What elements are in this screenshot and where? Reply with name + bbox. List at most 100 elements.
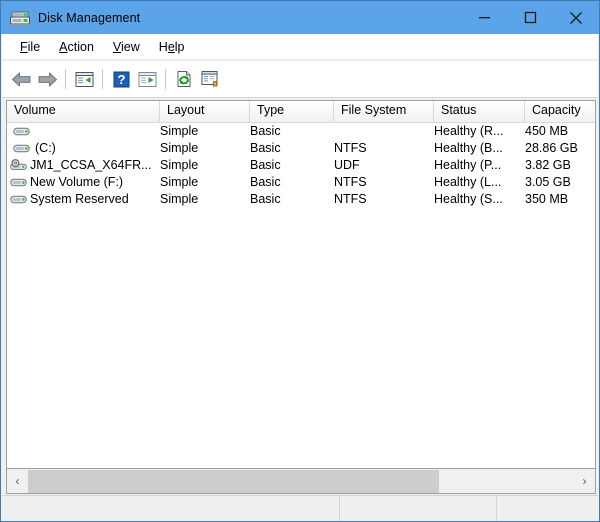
minimize-button[interactable] bbox=[461, 1, 507, 34]
volume-label: System Reserved bbox=[30, 192, 129, 206]
forward-button[interactable] bbox=[34, 66, 60, 92]
back-icon bbox=[11, 72, 30, 86]
show-pane-right-icon bbox=[138, 71, 156, 87]
show-pane-left-button[interactable] bbox=[71, 66, 97, 92]
cell-capacity: 350 MB bbox=[525, 192, 569, 206]
cell-volume: New Volume (F:) bbox=[7, 174, 160, 191]
menu-item-action-rest: ction bbox=[67, 39, 94, 54]
refresh-icon bbox=[177, 71, 191, 87]
cell-type: Basic bbox=[250, 175, 281, 189]
column-header-file-system[interactable]: File System bbox=[334, 101, 434, 122]
cell-status: Healthy (P... bbox=[434, 158, 502, 172]
cell-status: Healthy (R... bbox=[434, 124, 504, 138]
show-pane-left-icon bbox=[75, 71, 93, 87]
title-bar[interactable]: Disk Management bbox=[1, 1, 599, 34]
disk-drive-icon bbox=[10, 11, 30, 26]
cell-file_system: NTFS bbox=[334, 192, 367, 206]
column-header-volume[interactable]: Volume bbox=[7, 101, 160, 122]
back-button[interactable] bbox=[8, 66, 34, 92]
toolbar-separator bbox=[165, 69, 166, 89]
table-row[interactable]: Simple Basic Healthy (R... 450 MB bbox=[7, 123, 595, 140]
cell-status: Healthy (B... bbox=[434, 141, 503, 155]
cell-volume: System Reserved bbox=[7, 191, 160, 208]
hard-disk-icon bbox=[10, 178, 27, 187]
menu-item-file[interactable]: File bbox=[11, 37, 50, 57]
status-pane-3 bbox=[497, 496, 598, 521]
menu-item-view[interactable]: View bbox=[104, 37, 150, 57]
cell-capacity: 3.05 GB bbox=[525, 175, 571, 189]
close-icon bbox=[570, 11, 582, 24]
column-header-capacity[interactable]: Capacity bbox=[525, 101, 595, 122]
help-button[interactable]: ? bbox=[108, 66, 134, 92]
cell-layout: Simple bbox=[160, 141, 199, 155]
status-bar bbox=[2, 495, 598, 521]
menu-item-help-rest: lp bbox=[174, 39, 185, 54]
cell-type: Basic bbox=[250, 158, 281, 172]
status-pane-1 bbox=[2, 496, 340, 521]
menu-bar: File Action View Help bbox=[2, 34, 598, 60]
cell-file_system: NTFS bbox=[334, 141, 367, 155]
volume-rows: Simple Basic Healthy (R... 450 MB (C:) Simple… bbox=[7, 123, 595, 208]
scroll-right-arrow[interactable]: › bbox=[574, 469, 595, 493]
cell-volume bbox=[7, 125, 160, 138]
optical-disc-drive-icon bbox=[10, 159, 27, 170]
scrollbar-track[interactable] bbox=[28, 469, 574, 493]
hard-disk-icon bbox=[13, 144, 30, 153]
cell-layout: Simple bbox=[160, 192, 199, 206]
menu-item-action[interactable]: Action bbox=[50, 37, 104, 57]
hard-disk-icon bbox=[13, 127, 30, 136]
volume-label: JM1_CCSA_X64FR... bbox=[30, 158, 152, 172]
close-button[interactable] bbox=[553, 1, 599, 34]
cell-type: Basic bbox=[250, 141, 281, 155]
volume-list: Volume Layout Type File System Status Ca… bbox=[6, 100, 596, 469]
cell-capacity: 3.82 GB bbox=[525, 158, 571, 172]
column-header-row: Volume Layout Type File System Status Ca… bbox=[7, 101, 595, 123]
horizontal-scrollbar[interactable]: ‹ › bbox=[6, 469, 596, 494]
toolbar-separator bbox=[102, 69, 103, 89]
cell-volume: (C:) bbox=[7, 140, 160, 157]
cell-layout: Simple bbox=[160, 158, 199, 172]
maximize-icon bbox=[524, 11, 536, 24]
column-header-status[interactable]: Status bbox=[434, 101, 525, 122]
cell-capacity: 450 MB bbox=[525, 124, 569, 138]
volume-label: (C:) bbox=[35, 141, 56, 155]
cell-layout: Simple bbox=[160, 124, 199, 138]
cell-type: Basic bbox=[250, 124, 281, 138]
window-controls bbox=[461, 1, 599, 34]
toolbar: ? bbox=[2, 61, 598, 98]
cell-type: Basic bbox=[250, 192, 281, 206]
cell-volume: JM1_CCSA_X64FR... bbox=[7, 157, 160, 174]
scrollbar-thumb[interactable] bbox=[28, 469, 439, 493]
status-pane-2 bbox=[340, 496, 497, 521]
disk-management-window: Disk Management File Action View Help ? … bbox=[0, 0, 600, 522]
toolbar-separator bbox=[65, 69, 66, 89]
cell-capacity: 28.86 GB bbox=[525, 141, 578, 155]
column-header-layout[interactable]: Layout bbox=[160, 101, 250, 122]
help-icon: ? bbox=[113, 71, 129, 87]
cell-file_system: UDF bbox=[334, 158, 360, 172]
volume-label: New Volume (F:) bbox=[30, 175, 124, 189]
cell-layout: Simple bbox=[160, 175, 199, 189]
minimize-icon bbox=[478, 17, 490, 19]
forward-icon bbox=[38, 72, 57, 86]
cell-status: Healthy (S... bbox=[434, 192, 503, 206]
scroll-left-arrow[interactable]: ‹ bbox=[7, 469, 28, 493]
svg-text:?: ? bbox=[117, 72, 125, 87]
window-title: Disk Management bbox=[38, 10, 141, 25]
properties-button[interactable] bbox=[197, 66, 223, 92]
table-row[interactable]: System Reserved Simple Basic NTFS Healthy (S… bbox=[7, 191, 595, 208]
maximize-button[interactable] bbox=[507, 1, 553, 34]
properties-icon bbox=[201, 71, 218, 87]
table-row[interactable]: New Volume (F:) Simple Basic NTFS Healthy (L… bbox=[7, 174, 595, 191]
column-header-type[interactable]: Type bbox=[250, 101, 334, 122]
menu-item-file-rest: ile bbox=[27, 39, 41, 54]
hard-disk-icon bbox=[10, 195, 27, 204]
menu-item-help[interactable]: Help bbox=[150, 37, 195, 57]
table-row[interactable]: (C:) Simple Basic NTFS Healthy (B... 28.86 GB bbox=[7, 140, 595, 157]
cell-file_system: NTFS bbox=[334, 175, 367, 189]
table-row[interactable]: JM1_CCSA_X64FR... Simple Basic UDF Healthy (… bbox=[7, 157, 595, 174]
show-pane-right-button[interactable] bbox=[134, 66, 160, 92]
menu-item-view-rest: iew bbox=[121, 39, 140, 54]
refresh-button[interactable] bbox=[171, 66, 197, 92]
cell-status: Healthy (L... bbox=[434, 175, 502, 189]
